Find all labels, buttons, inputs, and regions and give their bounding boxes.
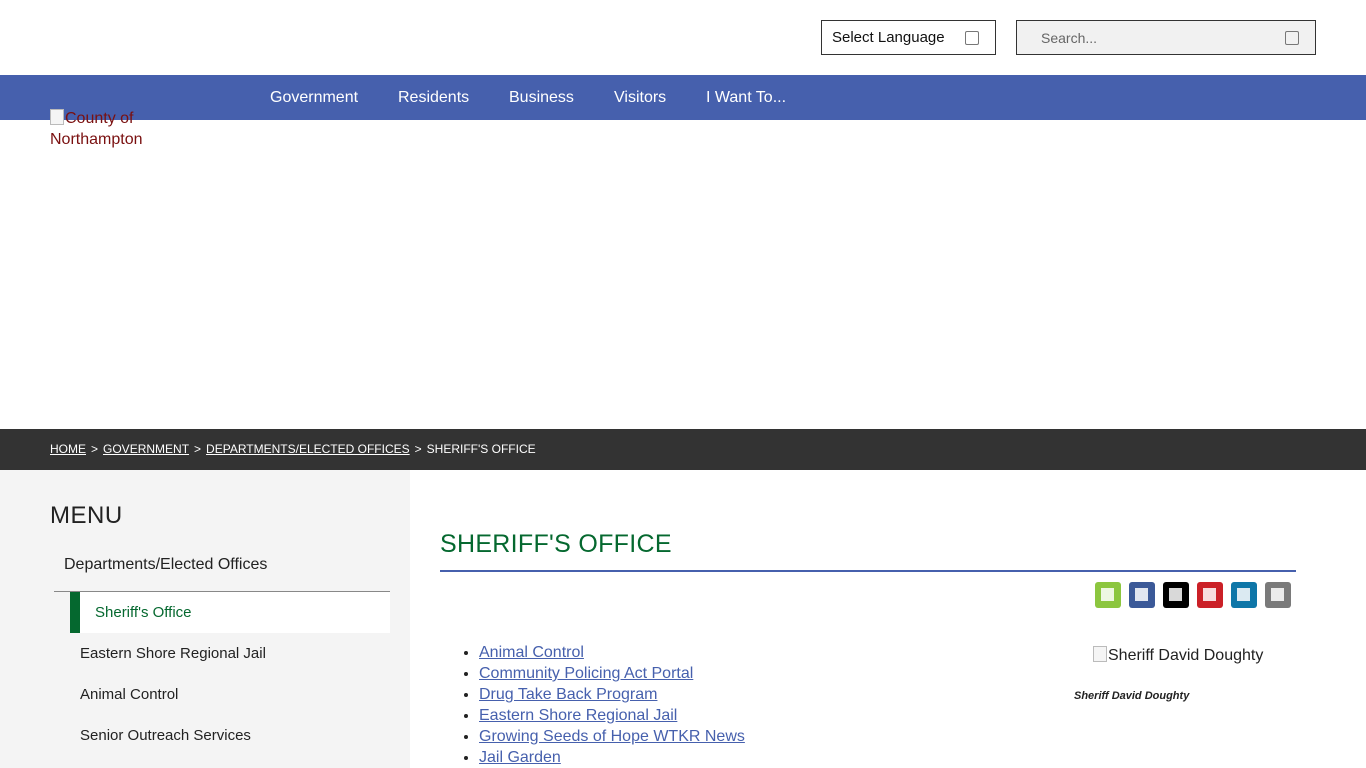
breadcrumb-separator: > — [414, 442, 422, 456]
email-icon[interactable] — [1265, 582, 1291, 608]
list-item: Jail Garden — [479, 747, 745, 768]
linkedin-icon[interactable] — [1231, 582, 1257, 608]
nav-item-government[interactable]: Government — [270, 75, 358, 120]
main-nav: Government Residents Business Visitors I… — [0, 75, 1366, 120]
link-drug-take-back[interactable]: Drug Take Back Program — [479, 686, 657, 703]
broken-image-icon — [50, 109, 64, 125]
pinterest-icon[interactable] — [1197, 582, 1223, 608]
sheriff-caption: Sheriff David Doughty — [1074, 690, 1190, 702]
sidebar-item-animal-control[interactable]: Animal Control — [80, 686, 178, 703]
list-item: Community Policing Act Portal — [479, 663, 745, 684]
page-title: SHERIFF'S OFFICE — [440, 530, 672, 558]
list-item: Drug Take Back Program — [479, 684, 745, 705]
list-item: Animal Control — [479, 642, 745, 663]
broken-image-icon — [1093, 646, 1107, 662]
sidebar-item-departments[interactable]: Departments/Elected Offices — [54, 548, 390, 592]
x-twitter-icon[interactable] — [1163, 582, 1189, 608]
nav-item-business[interactable]: Business — [509, 75, 574, 120]
nav-item-visitors[interactable]: Visitors — [614, 75, 666, 120]
sidebar: MENU Departments/Elected Offices Sheriff… — [0, 470, 410, 768]
search-icon[interactable] — [1285, 30, 1299, 45]
sidebar-item-senior-outreach[interactable]: Senior Outreach Services — [80, 727, 251, 744]
sidebar-item-eastern-shore-jail[interactable]: Eastern Shore Regional Jail — [80, 645, 266, 662]
list-item: Eastern Shore Regional Jail — [479, 705, 745, 726]
breadcrumb-government[interactable]: GOVERNMENT — [103, 442, 189, 456]
link-animal-control[interactable]: Animal Control — [479, 644, 584, 661]
print-icon[interactable] — [1095, 582, 1121, 608]
breadcrumb-bar: HOME > GOVERNMENT > DEPARTMENTS/ELECTED OFFI… — [0, 429, 1366, 470]
link-eastern-shore-jail[interactable]: Eastern Shore Regional Jail — [479, 707, 677, 724]
sheriff-photo-alt: Sheriff David Doughty — [1108, 647, 1264, 664]
related-links-list: Animal Control Community Policing Act Po… — [479, 642, 745, 768]
language-select[interactable]: Select Language — [821, 20, 996, 55]
nav-item-i-want-to[interactable]: I Want To... — [706, 75, 786, 120]
search-box — [1016, 20, 1316, 55]
sidebar-item-sheriffs-office[interactable]: Sheriff's Office — [70, 592, 390, 633]
search-input[interactable] — [1017, 29, 1257, 46]
top-bar: Select Language — [0, 0, 1366, 75]
sheriff-photo: Sheriff David Doughty — [1093, 646, 1263, 665]
nav-item-residents[interactable]: Residents — [398, 75, 469, 120]
breadcrumb-current: SHERIFF'S OFFICE — [426, 442, 536, 456]
breadcrumb-separator: > — [194, 442, 202, 456]
chevron-down-icon — [965, 30, 979, 45]
facebook-icon[interactable] — [1129, 582, 1155, 608]
breadcrumb-separator: > — [91, 442, 99, 456]
title-divider — [440, 570, 1296, 572]
breadcrumb-departments[interactable]: DEPARTMENTS/ELECTED OFFICES — [206, 442, 410, 456]
link-jail-garden[interactable]: Jail Garden — [479, 749, 561, 766]
county-logo[interactable]: County of Northampton — [50, 108, 170, 150]
link-community-policing[interactable]: Community Policing Act Portal — [479, 665, 693, 682]
sidebar-title: MENU — [50, 502, 123, 529]
list-item: Growing Seeds of Hope WTKR News — [479, 726, 745, 747]
breadcrumb-home[interactable]: HOME — [50, 442, 86, 456]
link-growing-seeds[interactable]: Growing Seeds of Hope WTKR News — [479, 728, 745, 745]
breadcrumb: HOME > GOVERNMENT > DEPARTMENTS/ELECTED OFFI… — [50, 442, 536, 456]
language-select-label: Select Language — [832, 29, 945, 46]
